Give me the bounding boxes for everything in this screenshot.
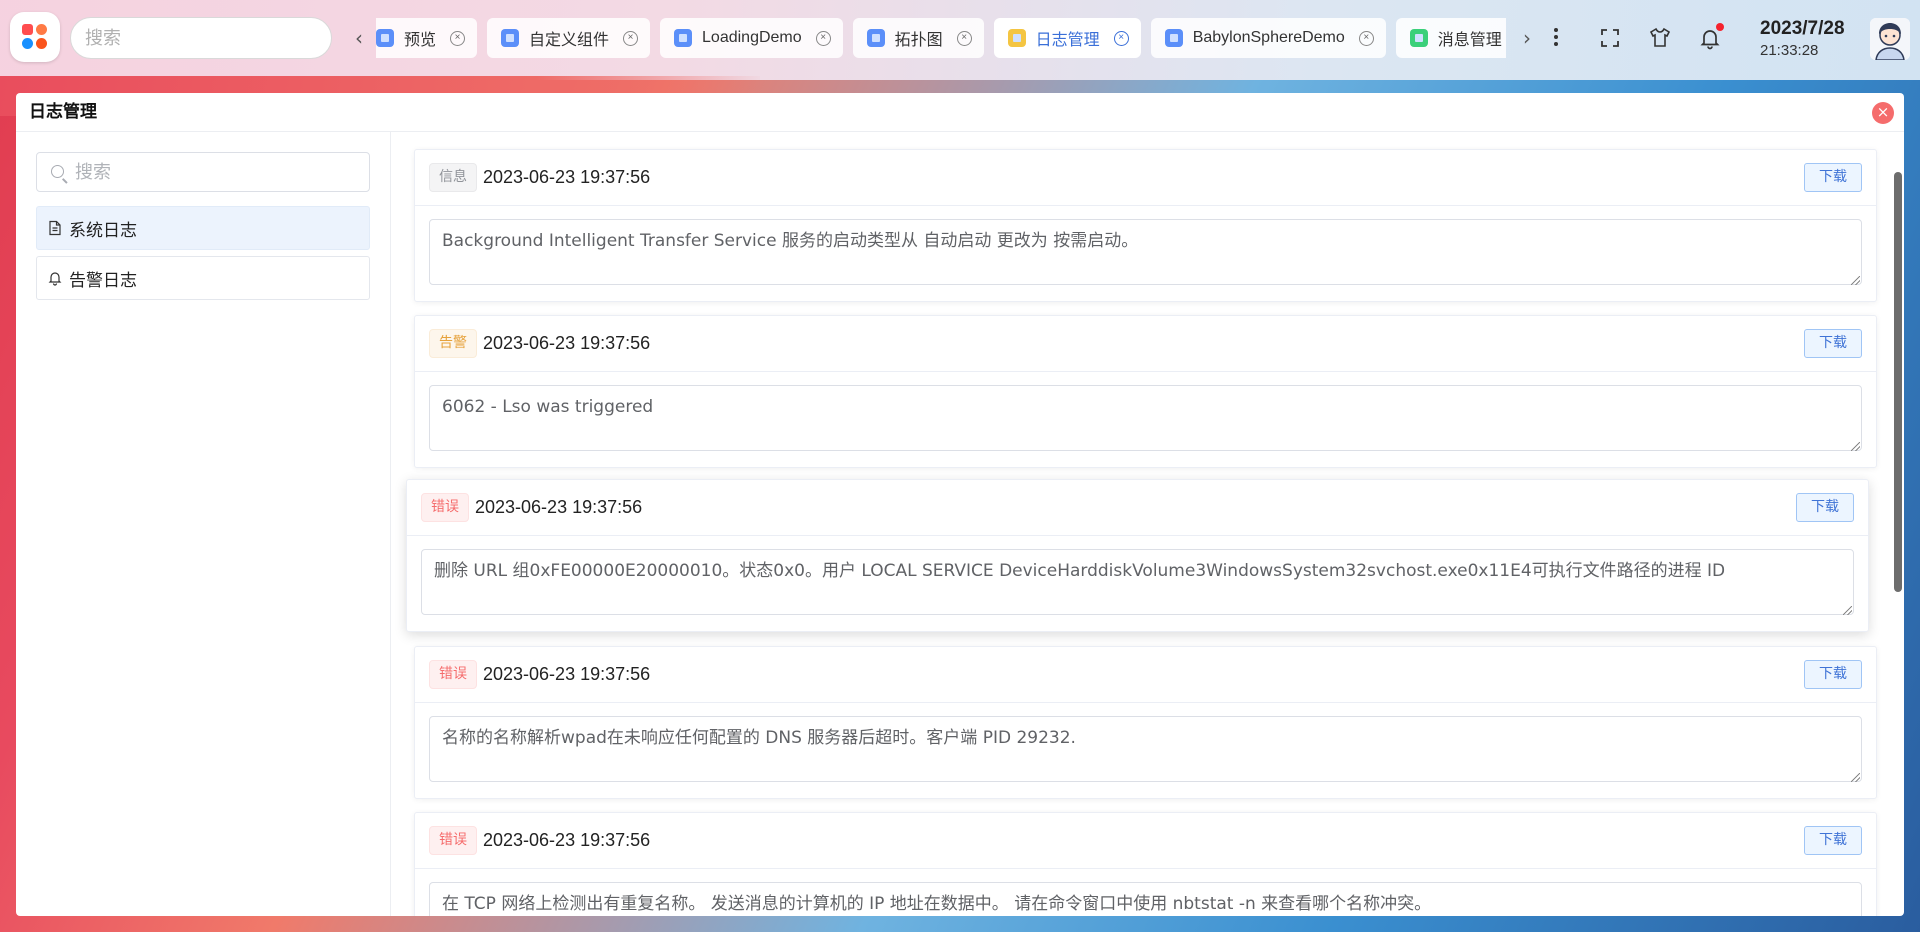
log-message-textarea[interactable]: 删除 URL 组0xFE00000E20000010。状态0x0。用户 LOCA… xyxy=(421,549,1854,615)
download-button[interactable]: 下载 xyxy=(1804,826,1862,855)
tab-close-icon[interactable]: × xyxy=(956,30,972,46)
download-button[interactable]: 下载 xyxy=(1804,660,1862,689)
sidebar: 系统日志 告警日志 xyxy=(16,132,391,916)
log-timestamp: 2023-06-23 19:37:56 xyxy=(483,830,651,850)
log-card: 错误 2023-06-23 19:37:56 下载 删除 URL 组0xFE00… xyxy=(406,479,1869,632)
bell-icon xyxy=(1409,29,1428,47)
tab-label: 日志管理 xyxy=(1035,32,1100,49)
log-list: 信息 2023-06-23 19:37:56 下载 Background Int… xyxy=(392,132,1904,916)
window-close-icon[interactable]: × xyxy=(1872,102,1894,124)
tabs-scroll-left-icon[interactable]: ‹ xyxy=(348,24,370,52)
tab-loading-demo[interactable]: LoadingDemo × xyxy=(660,18,843,58)
tab-custom-component[interactable]: 自定义组件 × xyxy=(487,18,651,58)
log-card: 错误 2023-06-23 19:37:56 下载 在 TCP 网络上检测出有重… xyxy=(414,812,1877,916)
tab-close-icon[interactable]: × xyxy=(1113,30,1129,46)
avatar[interactable] xyxy=(1870,18,1910,60)
cube-icon xyxy=(501,29,520,47)
more-icon[interactable] xyxy=(1552,26,1560,50)
tab-label: 自定义组件 xyxy=(529,32,610,49)
tab-label: 预览 xyxy=(404,32,437,49)
tab-label: 消息管理 xyxy=(1437,32,1502,49)
sidebar-item-label: 系统日志 xyxy=(69,220,137,241)
log-card: 告警 2023-06-23 19:37:56 下载 6062 - Lso was… xyxy=(414,315,1877,468)
sidebar-search xyxy=(36,152,370,192)
sidebar-item-label: 告警日志 xyxy=(69,270,137,291)
tabs-scroll-right-icon[interactable]: › xyxy=(1516,24,1538,52)
log-header: 信息 2023-06-23 19:37:56 下载 xyxy=(415,150,1876,206)
tab-topology[interactable]: 拓扑图 × xyxy=(852,18,984,58)
download-button[interactable]: 下载 xyxy=(1796,493,1854,522)
log-timestamp: 2023-06-23 19:37:56 xyxy=(483,167,651,187)
top-bar: ‹ 预览 × 自定义组件 × LoadingDemo × 拓扑图 × xyxy=(0,0,1920,76)
tab-label: 拓扑图 xyxy=(894,32,943,49)
log-management-window: 日志管理 × 系统日志 告警日志 信息 2023-06-23 19:37:56 … xyxy=(16,93,1904,916)
sidebar-item-system-log[interactable]: 系统日志 xyxy=(36,206,370,250)
global-search-input[interactable] xyxy=(70,17,332,59)
log-message-textarea[interactable]: 6062 - Lso was triggered xyxy=(429,385,1862,451)
log-timestamp: 2023-06-23 19:37:56 xyxy=(483,333,651,353)
search-icon xyxy=(51,165,64,178)
tab-babylon-sphere-demo[interactable]: BabylonSphereDemo × xyxy=(1150,18,1386,58)
sidebar-item-alarm-log[interactable]: 告警日志 xyxy=(36,256,370,300)
tab-close-icon[interactable]: × xyxy=(1358,30,1374,46)
bell-icon xyxy=(48,272,62,286)
download-button[interactable]: 下载 xyxy=(1804,329,1862,358)
tab-preview[interactable]: 预览 × xyxy=(376,18,478,58)
log-header: 告警 2023-06-23 19:37:56 下载 xyxy=(415,316,1876,372)
cube-icon xyxy=(866,29,885,47)
sidebar-search-input[interactable] xyxy=(75,153,355,191)
log-message-textarea[interactable]: 名称的名称解析wpad在未响应任何配置的 DNS 服务器后超时。客户端 PID … xyxy=(429,716,1862,782)
log-card: 信息 2023-06-23 19:37:56 下载 Background Int… xyxy=(414,149,1877,302)
log-header: 错误 2023-06-23 19:37:56 下载 xyxy=(415,647,1876,703)
log-timestamp: 2023-06-23 19:37:56 xyxy=(475,497,643,517)
log-level-badge: 错误 xyxy=(429,660,477,689)
window-title: 日志管理 xyxy=(16,93,1904,132)
tab-log-management[interactable]: 日志管理 × xyxy=(993,18,1141,58)
notification-bell-icon[interactable] xyxy=(1698,23,1724,50)
log-level-badge: 告警 xyxy=(429,329,477,358)
tab-strip: 预览 × 自定义组件 × LoadingDemo × 拓扑图 × 日志管理 × … xyxy=(376,18,1506,58)
cube-icon xyxy=(1164,29,1183,47)
log-header: 错误 2023-06-23 19:37:56 下载 xyxy=(415,813,1876,869)
tab-close-icon[interactable]: × xyxy=(450,30,466,46)
app-launcher-icon[interactable] xyxy=(10,12,60,62)
clock-date: 2023/7/28 xyxy=(1760,18,1845,39)
log-message-textarea[interactable]: 在 TCP 网络上检测出有重复名称。 发送消息的计算机的 IP 地址在数据中。 … xyxy=(429,882,1862,916)
cube-icon xyxy=(376,29,394,47)
tab-close-icon[interactable]: × xyxy=(623,30,639,46)
log-icon xyxy=(1007,29,1026,47)
cube-icon xyxy=(674,29,693,47)
log-message-textarea[interactable]: Background Intelligent Transfer Service … xyxy=(429,219,1862,285)
log-timestamp: 2023-06-23 19:37:56 xyxy=(483,664,651,684)
tab-label: BabylonSphereDemo xyxy=(1192,29,1345,46)
log-level-badge: 错误 xyxy=(429,826,477,855)
download-button[interactable]: 下载 xyxy=(1804,163,1862,192)
tab-close-icon[interactable]: × xyxy=(815,30,831,46)
clock: 2023/7/28 21:33:28 xyxy=(1760,18,1845,59)
notification-dot xyxy=(1716,23,1724,31)
fullscreen-icon[interactable] xyxy=(1598,26,1622,50)
tab-message-management[interactable]: 消息管理 × xyxy=(1395,18,1506,58)
theme-shirt-icon[interactable] xyxy=(1648,26,1672,50)
document-icon xyxy=(49,220,61,236)
clock-time: 21:33:28 xyxy=(1760,42,1819,59)
log-level-badge: 错误 xyxy=(421,493,469,522)
tab-label: LoadingDemo xyxy=(702,29,802,46)
log-header: 错误 2023-06-23 19:37:56 下载 xyxy=(407,480,1868,536)
scrollbar[interactable] xyxy=(1894,172,1902,592)
log-level-badge: 信息 xyxy=(429,163,477,192)
log-card: 错误 2023-06-23 19:37:56 下载 名称的名称解析wpad在未响… xyxy=(414,646,1877,799)
